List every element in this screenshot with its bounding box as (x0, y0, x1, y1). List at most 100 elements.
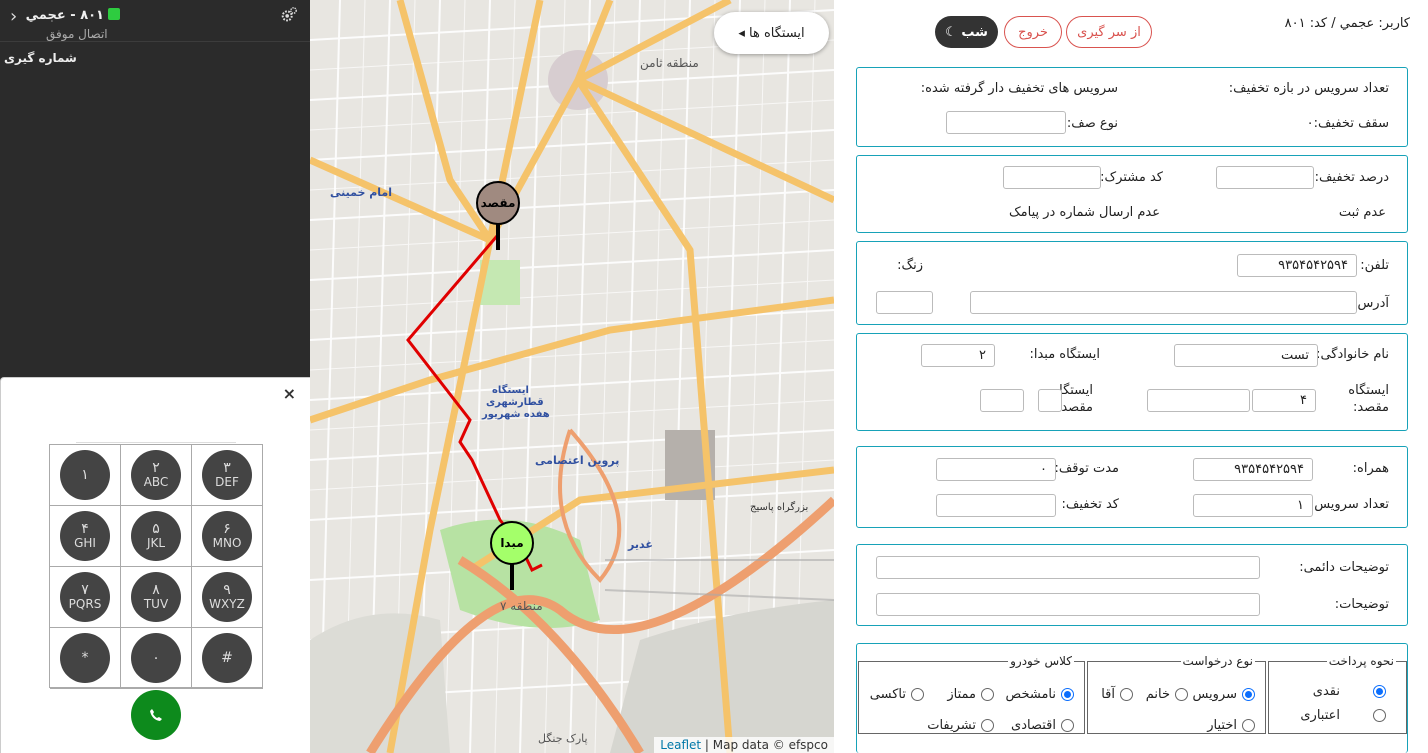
dialpad-key-digit: ۲ (152, 460, 160, 476)
dialpad-key-digit: ۳ (223, 460, 231, 476)
dialpad-cell: ۵ JKL (121, 506, 192, 567)
request-service-radio[interactable]: سرویس (1192, 687, 1255, 702)
address-input[interactable] (970, 291, 1357, 314)
dialpad-key[interactable]: * (60, 633, 110, 683)
request-lady-radio[interactable]: خانم (1146, 687, 1188, 702)
discount-info-box: تعداد سرویس در بازه تخفیف: سرویس های تخف… (856, 67, 1408, 147)
dialpad-key-digit: ۶ (223, 521, 231, 537)
permanent-notes-input[interactable] (876, 556, 1260, 579)
vehicle-economy-radio[interactable]: اقتصادی (1011, 718, 1074, 733)
dialpad-key[interactable]: ۷ PQRS (60, 572, 110, 622)
dialpad-key[interactable]: ۴ GHI (60, 511, 110, 561)
dialpad-key-digit: ۵ (152, 521, 160, 537)
destination-pin[interactable]: مقصد (481, 196, 516, 210)
leaflet-link[interactable]: Leaflet (660, 738, 701, 752)
dialpad-cell: ۸ TUV (121, 567, 192, 628)
dial-section-title: شماره گیری (4, 51, 77, 65)
wait-time-input[interactable]: ۰ (936, 458, 1056, 481)
discount-percent-input[interactable] (1216, 166, 1314, 189)
vehicle-unknown-radio[interactable]: نامشخص (1006, 687, 1074, 702)
dialpad-close-button[interactable]: × (283, 384, 296, 403)
moon-icon: ☾ (945, 24, 957, 40)
dialpad-cell: ۱ (50, 445, 121, 506)
order-form-panel: کاربر: عجمي / کد: ۸۰۱ از سر گیری خروج شب… (834, 0, 1428, 753)
dialpad-key-digit: ۱ (81, 467, 89, 483)
origin-pin[interactable]: مبدا (500, 536, 523, 550)
settings-gear-icon[interactable] (280, 6, 298, 24)
phone-icon (108, 8, 120, 20)
dest-station-name-input[interactable] (1147, 389, 1250, 412)
dialpad-key[interactable]: ۳ DEF (202, 450, 252, 500)
restart-button[interactable]: از سر گیری (1066, 16, 1152, 48)
payment-credit-radio[interactable]: اعتباری (1300, 708, 1386, 723)
discount-code-input[interactable] (936, 494, 1056, 517)
caret-left-icon: ◂ (738, 25, 745, 41)
map-label-parvin: پروین اعتصامی (535, 454, 619, 467)
dialpad-key[interactable]: ۹ WXYZ (202, 572, 252, 622)
dialpad-key[interactable]: ۵ JKL (131, 511, 181, 561)
origin-station-input[interactable]: ۲ (921, 344, 995, 367)
softphone-sidebar: › ۸۰۱ - عجمي اتصال موفق شماره گیری × ۱ ۲A… (0, 0, 310, 753)
contact-box: تلفن: ۹۳۵۴۵۴۲۵۹۴ زنگ: آدرس: (856, 241, 1408, 325)
queue-type-input[interactable] (946, 111, 1066, 134)
dialpad-key-digit: # (221, 650, 233, 666)
call-button[interactable] (131, 690, 181, 740)
phone-input[interactable]: ۹۳۵۴۵۴۲۵۹۴ (1237, 254, 1357, 277)
dialpad-cell: ۳ DEF (192, 445, 263, 506)
map-view[interactable]: منطقه ثامن امام خمینی ایستگاه قطارشهری ه… (310, 0, 834, 753)
dialpad-key[interactable]: ۸ TUV (131, 572, 181, 622)
dest-station2-extra-input[interactable] (980, 389, 1024, 412)
family-name-input[interactable]: تست (1174, 344, 1318, 367)
vehicle-taxi-radio[interactable]: تاکسی (870, 687, 924, 702)
sidebar-header: › ۸۰۱ - عجمي اتصال موفق (0, 0, 310, 42)
map-label-khomeini: امام خمینی (330, 186, 392, 199)
payment-fieldset: نحوه پرداخت نقدی اعتباری (1268, 654, 1407, 734)
vehicle-premium-radio[interactable]: ممتاز (947, 687, 994, 702)
request-optional-radio[interactable]: اختیار (1207, 718, 1255, 733)
customer-code-input[interactable] (1003, 166, 1101, 189)
map-label-ghadir: غدیر (627, 538, 653, 551)
night-mode-button[interactable]: شب ☾ (935, 16, 998, 48)
exit-button[interactable]: خروج (1004, 16, 1062, 48)
dialpad-key[interactable]: ۶ MNO (202, 511, 252, 561)
dialpad-key-letters: ABC (143, 475, 169, 489)
dialpad-key-letters: GHI (74, 536, 96, 550)
no-register-option[interactable]: عدم ثبت (1339, 205, 1386, 220)
stations-button[interactable]: ایستگاه ها ◂ (714, 12, 829, 54)
dialpad-key[interactable]: # (202, 633, 252, 683)
dialpad-key-letters: TUV (143, 597, 169, 611)
dialpad-key-digit: ۹ (223, 582, 231, 598)
map-label-metro: ایستگاه (492, 383, 529, 396)
request-gent-radio[interactable]: آقا (1101, 687, 1133, 702)
vehicle-luxury-radio[interactable]: تشریفات (927, 718, 994, 733)
dial-input-underline (76, 442, 236, 443)
notes-input[interactable] (876, 593, 1260, 616)
no-sms-option[interactable]: عدم ارسال شماره در پیامک (1009, 205, 1160, 220)
chevron-right-icon[interactable]: › (10, 6, 17, 27)
dialpad-cell: ۰ (121, 628, 192, 689)
dialpad-cell: ۷ PQRS (50, 567, 121, 628)
stations-box: نام خانوادگی: تست ایستگاه مبدا: ۲ ایستگا… (856, 333, 1408, 431)
address-extra-input[interactable] (876, 291, 933, 314)
dialpad-key-digit: ۷ (81, 582, 89, 598)
dest-station-input[interactable]: ۴ (1252, 389, 1316, 412)
request-type-fieldset: نوع درخواست سرویس خانم آقا اختیار (1087, 654, 1266, 734)
dialpad-key[interactable]: ۰ (131, 633, 181, 683)
sip-user: ۸۰۱ - عجمي (26, 8, 120, 23)
dialpad-key[interactable]: ۱ (60, 450, 110, 500)
connection-status: اتصال موفق (46, 27, 108, 41)
dialpad-key-digit: ۴ (81, 521, 89, 537)
payment-cash-radio[interactable]: نقدی (1313, 684, 1386, 699)
app-root: › ۸۰۱ - عجمي اتصال موفق شماره گیری × ۱۲A… (0, 0, 1428, 753)
mobile-input[interactable]: ۹۳۵۴۵۴۲۵۹۴ (1193, 458, 1313, 481)
dialpad-key-letters: WXYZ (209, 597, 245, 611)
user-info: کاربر: عجمي / کد: ۸۰۱ (1284, 16, 1410, 31)
service-count-input[interactable]: ۱ (1193, 494, 1313, 517)
dialpad-key-letters: MNO (212, 536, 242, 550)
service-box: همراه: ۹۳۵۴۵۴۲۵۹۴ مدت توقف: ۰ تعداد سروی… (856, 446, 1408, 528)
dialpad-key[interactable]: ۲ ABC (131, 450, 181, 500)
dialpad-cell: ۲ ABC (121, 445, 192, 506)
dialpad-cell: # (192, 628, 263, 689)
map-label-zone7: منطقه ۷ (500, 599, 543, 613)
dest-station2-input[interactable] (1038, 389, 1062, 412)
